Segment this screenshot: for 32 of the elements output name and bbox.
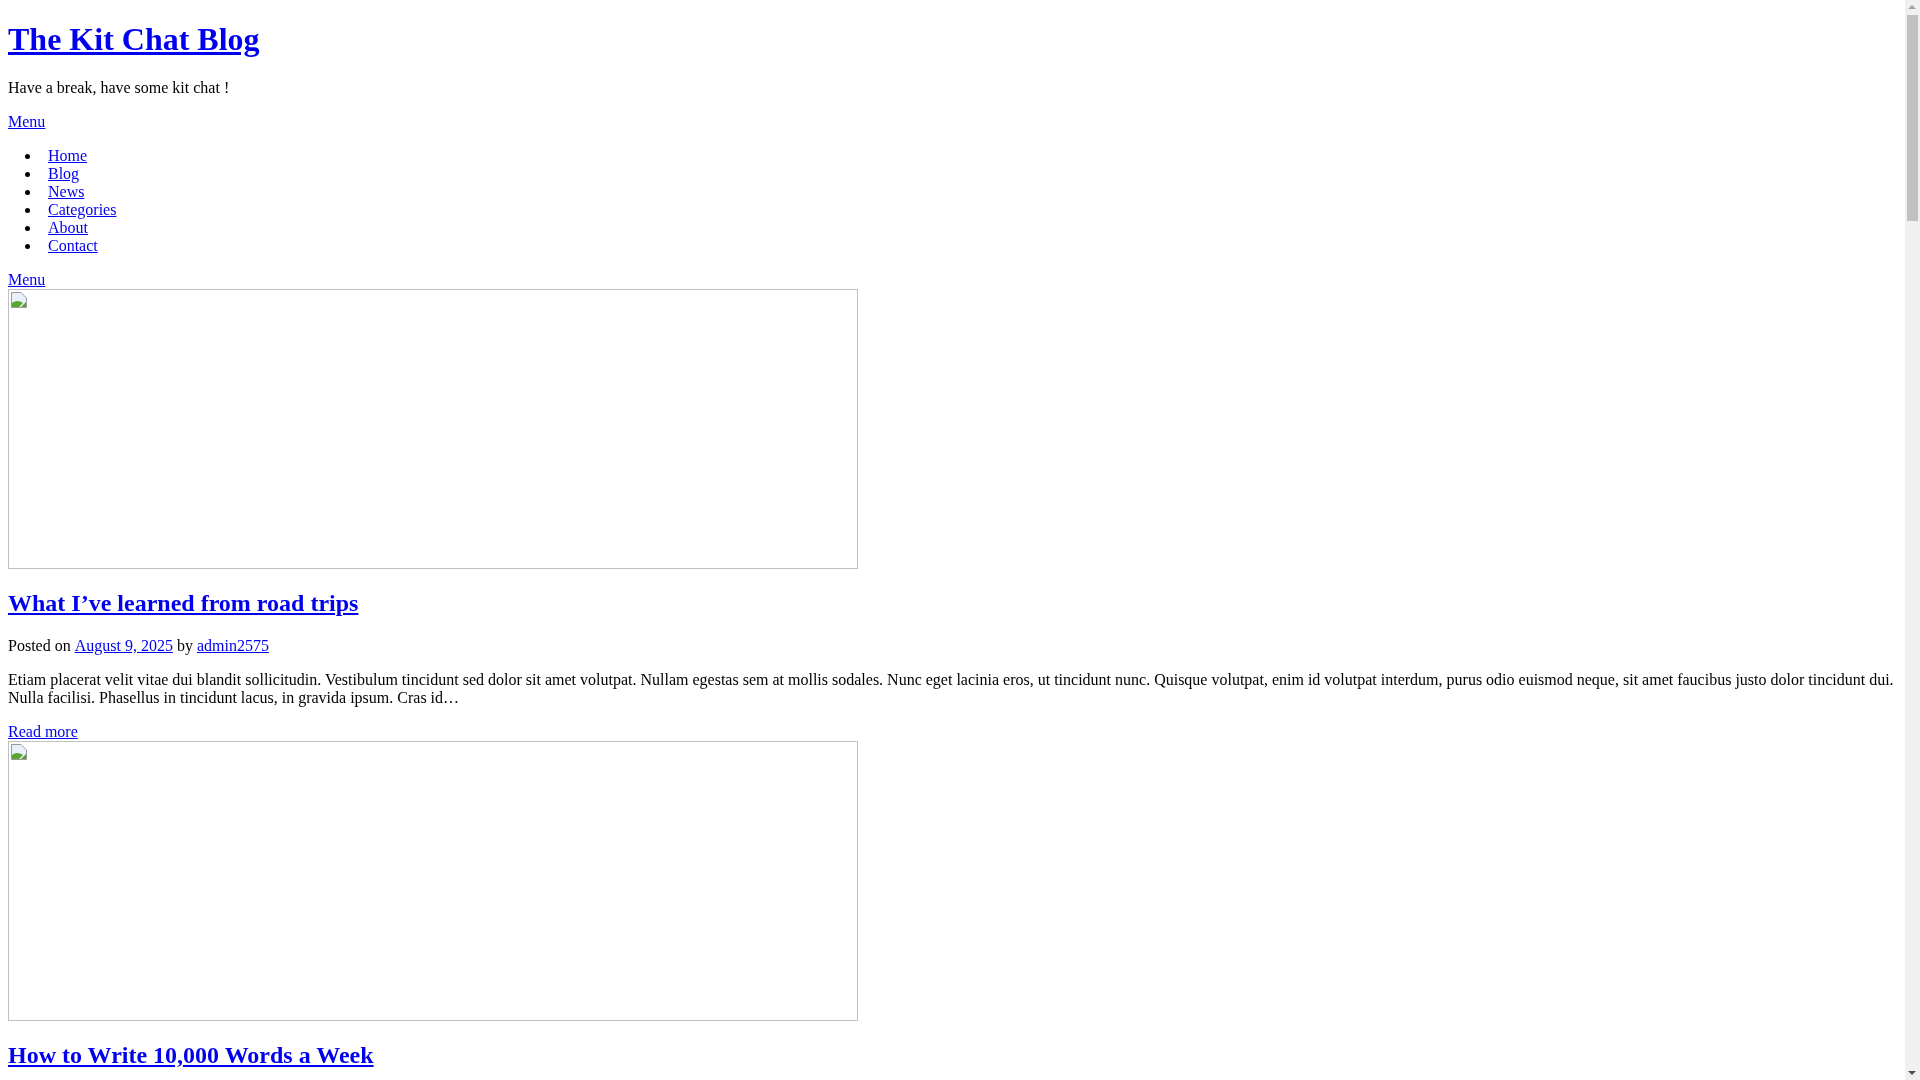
- bullet-icon: [25, 225, 30, 231]
- bullet-icon: [25, 171, 30, 177]
- scroll-up-icon[interactable]: [1908, 5, 1916, 9]
- scrollbar-thumb[interactable]: [1907, 15, 1918, 221]
- author-link[interactable]: admin2575: [196, 637, 269, 655]
- scroll-down-icon[interactable]: [1908, 1071, 1916, 1075]
- bullet-icon: [25, 153, 30, 159]
- broken-image-icon: [11, 292, 27, 308]
- post-date[interactable]: August 9, 2025: [74, 637, 173, 655]
- bullet-icon: [25, 207, 30, 213]
- read-more-link[interactable]: Read more: [8, 723, 78, 740]
- post-title[interactable]: What I’ve learned from road trips: [8, 590, 359, 616]
- broken-image-icon: [11, 744, 27, 760]
- bullet-icon: [25, 189, 30, 195]
- scrollbar[interactable]: [1905, 0, 1920, 1080]
- broken-image[interactable]: [8, 741, 858, 1021]
- nav-link[interactable]: Categories: [48, 201, 117, 219]
- nav-link[interactable]: About: [48, 219, 88, 237]
- by-label: by: [176, 637, 193, 655]
- broken-image[interactable]: [8, 289, 858, 569]
- bullet-icon: [25, 243, 30, 249]
- nav-link[interactable]: News: [48, 183, 85, 201]
- nav-link[interactable]: Home: [48, 147, 88, 165]
- post-title[interactable]: How to Write 10,000 Words a Week: [8, 1042, 374, 1068]
- menu-link[interactable]: Menu: [8, 113, 46, 130]
- menu-link[interactable]: Menu: [8, 271, 46, 288]
- site-title[interactable]: The Kit Chat Blog: [8, 21, 260, 57]
- nav-link[interactable]: Blog: [48, 165, 80, 183]
- site-tagline: Have a break, have some kit chat !: [8, 79, 231, 97]
- post-excerpt: Etiam placerat velit vitae dui blandit sollicitudin. Vestibulum tincidunt sed dolor sit amet volutpat. Nullam egestas sem at mollis sodales. Nunc eget lacinia eros, ut tincidunt nunc. Quisque volutpat, enim id volutpat interdum, purus odio euismod neque, sit amet faucibus justo dolor tincidunt dui. Nulla facilisi. Phasellus in tincidunt lacus, in gravida ipsum. Cras id…: [8, 671, 1895, 707]
- posted-label: Posted on: [8, 637, 71, 655]
- nav-link[interactable]: Contact: [48, 237, 98, 255]
